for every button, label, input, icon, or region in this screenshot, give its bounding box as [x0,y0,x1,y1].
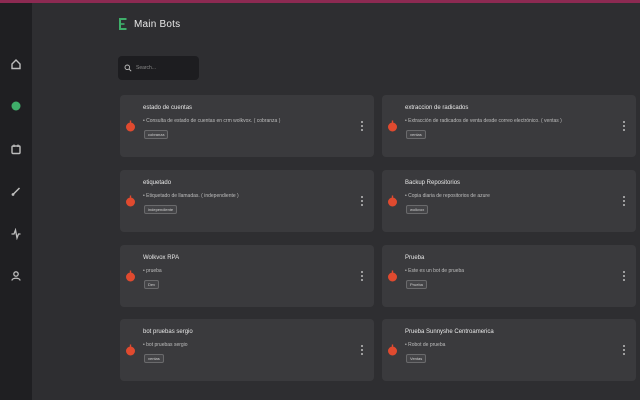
more-options-icon[interactable] [621,269,627,283]
bot-tag: Dev [144,280,160,289]
search-icon [124,64,132,72]
bot-status-icon [126,195,135,207]
bot-card[interactable]: extraccion de radicados • Extracción de … [382,95,636,157]
more-options-icon[interactable] [621,343,627,357]
bot-name: bot pruebas sergio [143,329,193,335]
bot-tag: wolkvox [406,205,429,214]
bot-tag: ventas [144,354,164,363]
bot-description: • Etiquetado de llamadas. ( independient… [143,193,239,199]
search-box[interactable] [118,56,199,80]
bot-name: Backup Repositorios [405,180,461,186]
activity-icon[interactable] [9,227,23,241]
bot-description: • Robot de prueba [405,342,446,348]
bot-card[interactable]: Prueba • Este es un bot de prueba Prueba [382,245,636,307]
user-icon[interactable] [9,269,23,283]
bot-card[interactable]: Backup Repositorios • Copia diaria de re… [382,170,636,232]
more-options-icon[interactable] [359,343,365,357]
bot-status-icon [388,344,397,356]
bot-description: • Consulta de estado de cuentas en crm w… [143,118,281,124]
bot-description: • Copia diaria de repositorios de azure [405,193,490,199]
bot-status-icon [126,344,135,356]
bot-tag: Prueba [406,280,427,289]
bot-status-icon [388,270,397,282]
bot-name: Wolkvox RPA [143,255,180,261]
bot-tag: cobranza [144,130,169,139]
app-logo-icon [119,18,127,30]
bot-name: estado de cuentas [143,105,193,111]
search-input[interactable] [136,65,196,71]
bot-description: • Extracción de radicados de venta desde… [405,118,562,124]
bot-name: Prueba [405,255,425,261]
bot-status-icon [388,120,397,132]
bot-name: Prueba Sunnyshe Centroamerica [405,329,494,335]
bot-tag: Ventas [406,354,427,363]
bot-description: • prueba [143,268,162,274]
bot-description: • bot pruebas sergio [143,342,188,348]
page-header: Main Bots [118,15,180,33]
more-options-icon[interactable] [621,119,627,133]
bot-card[interactable]: etiquetado • Etiquetado de llamadas. ( i… [120,170,374,232]
bot-tag: independiente [144,205,178,214]
home-icon[interactable] [9,57,23,71]
robot-icon[interactable] [9,99,23,113]
more-options-icon[interactable] [359,194,365,208]
bot-tag: ventas [406,130,426,139]
more-options-icon[interactable] [621,194,627,208]
more-options-icon[interactable] [359,119,365,133]
bot-card[interactable]: estado de cuentas • Consulta de estado d… [120,95,374,157]
bot-name: extraccion de radicados [405,105,469,111]
main-content: Main Bots estado de cuentas • Consulta d… [32,3,640,400]
brush-icon[interactable] [9,184,23,198]
calendar-icon[interactable] [9,142,23,156]
bot-name: etiquetado [143,180,172,186]
sidebar [0,3,32,400]
bot-description: • Este es un bot de prueba [405,268,465,274]
bot-status-icon [388,195,397,207]
more-options-icon[interactable] [359,269,365,283]
bot-status-icon [126,270,135,282]
bot-card[interactable]: bot pruebas sergio • bot pruebas sergio … [120,319,374,381]
bot-card[interactable]: Prueba Sunnyshe Centroamerica • Robot de… [382,319,636,381]
bot-status-icon [126,120,135,132]
bot-card[interactable]: Wolkvox RPA • prueba Dev [120,245,374,307]
page-title: Main Bots [134,18,181,30]
